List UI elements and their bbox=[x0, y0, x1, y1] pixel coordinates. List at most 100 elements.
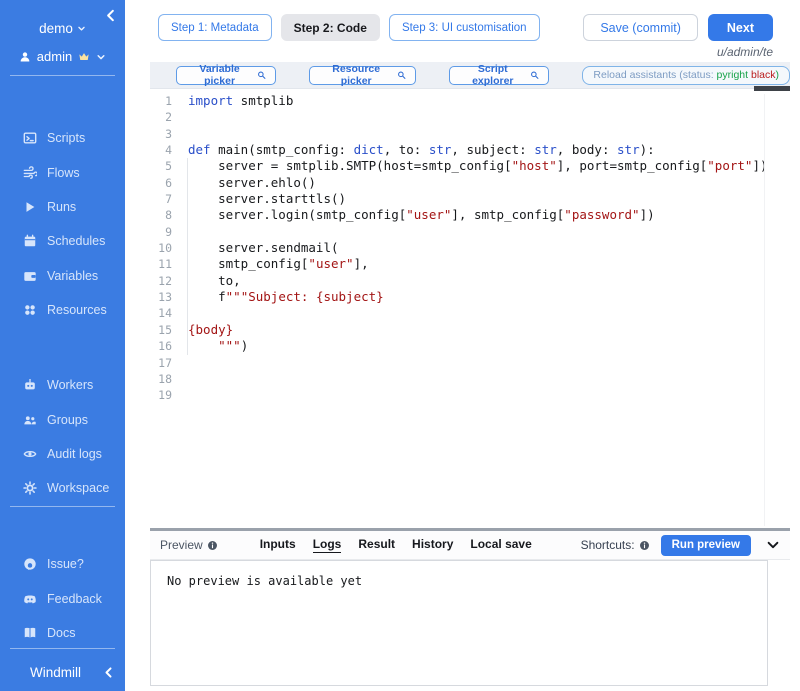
workspace-name: demo bbox=[39, 21, 73, 36]
line-number: 4 bbox=[150, 142, 172, 158]
reload-assistants-button[interactable]: Reload assistants (status: pyright black… bbox=[582, 66, 790, 85]
code-line: 1import smtplib bbox=[150, 93, 790, 109]
workspace-selector[interactable]: demo bbox=[0, 21, 125, 36]
preview-tab-logs[interactable]: Logs bbox=[313, 537, 342, 553]
step-tab-1[interactable]: Step 1: Metadata bbox=[158, 14, 272, 41]
user-name: admin bbox=[37, 49, 72, 64]
sidebar-divider bbox=[10, 648, 115, 649]
sidebar-divider bbox=[10, 75, 115, 76]
save-commit-button[interactable]: Save (commit) bbox=[583, 14, 698, 41]
chevron-down-icon[interactable] bbox=[96, 52, 106, 62]
terminal-icon bbox=[23, 131, 37, 145]
step-tab-3[interactable]: Step 3: UI customisation bbox=[389, 14, 540, 41]
preview-tab-local-save[interactable]: Local save bbox=[470, 537, 531, 553]
line-number: 7 bbox=[150, 191, 172, 207]
next-button[interactable]: Next bbox=[708, 14, 773, 41]
line-number: 8 bbox=[150, 207, 172, 223]
search-icon bbox=[257, 70, 266, 80]
script-path: u/admin/te bbox=[717, 45, 773, 59]
info-icon[interactable] bbox=[207, 540, 218, 551]
code-line: 3 bbox=[150, 126, 790, 142]
preview-tab-result[interactable]: Result bbox=[358, 537, 395, 553]
code-line: 11 smtp_config["user"], bbox=[150, 256, 790, 272]
sidebar-item-groups[interactable]: Groups bbox=[0, 402, 125, 436]
line-number: 14 bbox=[150, 305, 172, 321]
collapse-panel-icon[interactable] bbox=[766, 538, 780, 552]
picker-buttons: Variable picker Resource picker Script exp… bbox=[176, 66, 549, 85]
sidebar-item-audit-logs[interactable]: Audit logs bbox=[0, 437, 125, 471]
info-icon[interactable] bbox=[639, 540, 650, 551]
topbar-actions: Save (commit) Next bbox=[583, 14, 773, 41]
editor-scroll-track bbox=[764, 94, 765, 526]
status-pyright: pyright bbox=[717, 69, 749, 81]
line-number: 6 bbox=[150, 175, 172, 191]
code-line: 15{body} bbox=[150, 322, 790, 338]
sidebar-item-docs[interactable]: Docs bbox=[0, 616, 125, 650]
sidebar-item-schedules[interactable]: Schedules bbox=[0, 224, 125, 258]
code-line: 13 f"""Subject: {subject} bbox=[150, 289, 790, 305]
resource-picker-button[interactable]: Resource picker bbox=[309, 66, 416, 85]
line-number: 15 bbox=[150, 322, 172, 338]
line-number: 5 bbox=[150, 158, 172, 174]
preview-tab-history[interactable]: History bbox=[412, 537, 453, 553]
shortcuts-label: Shortcuts: bbox=[581, 538, 650, 552]
variable-picker-button[interactable]: Variable picker bbox=[176, 66, 276, 85]
run-preview-button[interactable]: Run preview bbox=[661, 535, 751, 556]
sidebar-item-scripts[interactable]: Scripts bbox=[0, 121, 125, 155]
line-number: 10 bbox=[150, 240, 172, 256]
play-icon bbox=[23, 200, 37, 214]
code-line: 2 bbox=[150, 109, 790, 125]
preview-tab-inputs[interactable]: Inputs bbox=[260, 537, 296, 553]
wallet-icon bbox=[23, 269, 37, 283]
script-explorer-button[interactable]: Script explorer bbox=[449, 66, 549, 85]
preview-title: Preview bbox=[160, 538, 218, 552]
code-line: 14 bbox=[150, 305, 790, 321]
sidebar-divider bbox=[10, 506, 115, 507]
user-menu[interactable]: admin bbox=[0, 49, 125, 64]
users-icon bbox=[23, 413, 37, 427]
book-icon bbox=[23, 626, 37, 640]
code-line: 10 server.sendmail( bbox=[150, 240, 790, 256]
reload-label: Reload assistants (status: bbox=[593, 69, 716, 81]
main-content: Step 1: Metadata Step 2: Code Step 3: UI c… bbox=[150, 0, 790, 691]
gear-icon bbox=[23, 481, 37, 495]
sidebar-item-runs[interactable]: Runs bbox=[0, 190, 125, 224]
picker-label: Resource picker bbox=[319, 63, 393, 87]
sidebar-item-label: Runs bbox=[47, 200, 76, 214]
sidebar-item-issue[interactable]: Issue? bbox=[0, 547, 125, 581]
app-window: demo admin ScriptsFlows Runs Schedules Vari… bbox=[0, 0, 800, 691]
sidebar-item-flows[interactable]: Flows bbox=[0, 155, 125, 189]
editor-scrollbar[interactable] bbox=[754, 86, 790, 91]
preview-output: No preview is available yet bbox=[150, 560, 768, 686]
code-line: 16 """) bbox=[150, 338, 790, 354]
wind-icon bbox=[23, 166, 37, 180]
user-icon bbox=[19, 51, 31, 63]
robot-icon bbox=[23, 378, 37, 392]
sidebar-item-variables[interactable]: Variables bbox=[0, 259, 125, 293]
sidebar-item-resources[interactable]: Resources bbox=[0, 293, 125, 327]
crown-icon bbox=[78, 51, 90, 63]
sidebar-item-workers[interactable]: Workers bbox=[0, 368, 125, 402]
preview-panel-header: Preview Inputs Logs Result History Local sav… bbox=[150, 531, 790, 560]
step-tab-2[interactable]: Step 2: Code bbox=[281, 14, 380, 41]
sidebar-item-workspace[interactable]: Workspace bbox=[0, 471, 125, 505]
discord-icon bbox=[23, 592, 37, 606]
sidebar-item-label: Schedules bbox=[47, 234, 105, 248]
sidebar-item-label: Groups bbox=[47, 413, 88, 427]
topbar: Step 1: Metadata Step 2: Code Step 3: UI c… bbox=[150, 14, 790, 42]
search-icon bbox=[530, 70, 539, 80]
line-number: 11 bbox=[150, 256, 172, 272]
sidebar-item-label: Docs bbox=[47, 626, 75, 640]
line-number: 3 bbox=[150, 126, 172, 142]
chevron-down-icon bbox=[77, 24, 86, 33]
code-area[interactable]: 1import smtplib234def main(smtp_config: … bbox=[150, 90, 790, 528]
github-icon bbox=[23, 557, 37, 571]
code-line: 9 bbox=[150, 224, 790, 240]
search-icon bbox=[397, 70, 406, 80]
code-line: 12 to, bbox=[150, 273, 790, 289]
collapse-sidebar-icon[interactable] bbox=[102, 666, 115, 679]
code-line: 7 server.starttls() bbox=[150, 191, 790, 207]
code-line: 19 bbox=[150, 387, 790, 403]
picker-label: Variable picker bbox=[186, 63, 253, 87]
sidebar-item-feedback[interactable]: Feedback bbox=[0, 581, 125, 615]
